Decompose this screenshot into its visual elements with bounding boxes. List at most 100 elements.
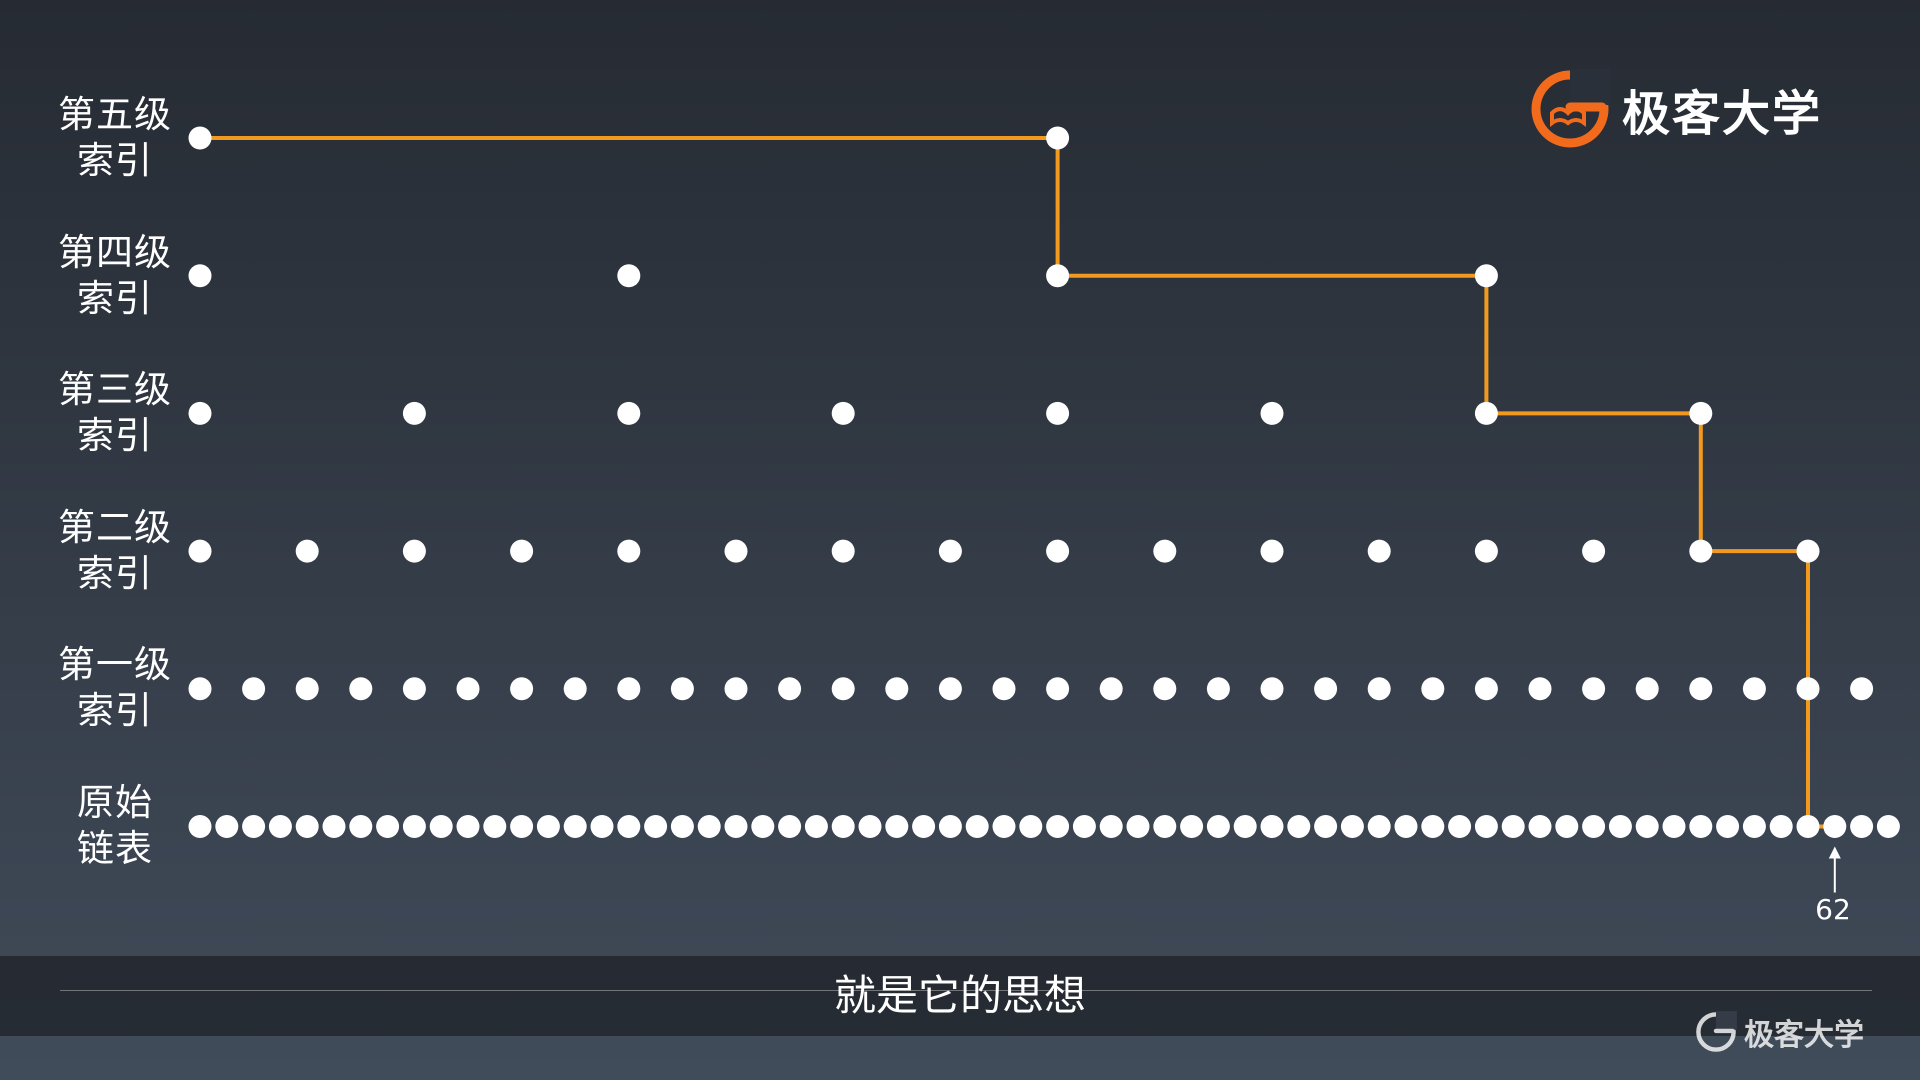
raw-list-node [456,815,480,838]
level-label-4: 第四级 索引 [58,231,172,320]
raw-list-node [644,815,668,838]
index-node-l1 [1314,677,1338,701]
index-node-l2 [295,539,319,563]
index-node-l4 [1474,264,1498,288]
raw-list-node [1448,815,1472,838]
level-label-3: 第三级 索引 [58,368,172,457]
index-node-l2 [1046,539,1070,563]
raw-list-node [1474,815,1498,838]
target-pointer-arrowhead [1828,846,1841,859]
index-node-l2 [1474,539,1498,563]
raw-list-node [563,815,587,838]
index-node-l2 [831,539,855,563]
raw-list-node [1555,815,1579,838]
raw-list-node [1796,815,1820,838]
index-node-l3 [831,401,855,425]
index-node-l2 [1582,539,1606,563]
index-node-l2 [402,539,426,563]
index-node-l1 [1206,677,1230,701]
index-node-l1 [242,677,266,701]
index-node-l1 [724,677,748,701]
index-node-l5 [188,126,212,150]
index-node-l1 [510,677,534,701]
index-node-l1 [295,677,319,701]
watermark-icon [1696,1011,1737,1052]
index-node-l1 [402,677,426,701]
index-node-l3 [1474,401,1498,425]
raw-list-node [268,815,292,838]
raw-list-node [617,815,641,838]
index-node-l3 [1046,401,1070,425]
index-node-l1 [1528,677,1552,701]
index-node-l1 [1850,677,1874,701]
index-node-l2 [1153,539,1177,563]
brand-name: 极客大学 [1622,86,1823,142]
raw-list-node [1528,815,1552,838]
index-node-l3 [617,401,641,425]
subtitle: 就是它的思想 [0,968,1920,1024]
raw-list-node [1340,815,1364,838]
raw-list-node [1314,815,1338,838]
index-node-l4 [617,264,641,288]
raw-list-node [1876,815,1900,838]
raw-list-node [992,815,1016,838]
index-node-l1 [563,677,587,701]
raw-list-node [1608,815,1632,838]
raw-list-node [1287,815,1311,838]
level-label-2: 第二级 索引 [58,506,172,595]
raw-list-node [670,815,694,838]
index-node-l3 [1260,401,1284,425]
raw-list-node [751,815,775,838]
index-node-l3 [188,401,212,425]
raw-list-node [242,815,266,838]
index-node-l1 [1046,677,1070,701]
index-node-l4 [188,264,212,288]
index-node-l3 [1689,401,1713,425]
brand-logo: 极客大学 [1530,66,1822,152]
raw-list-node [1126,815,1150,838]
watermark-logo: 极客大学 [1694,1008,1864,1056]
subtitle-text: 就是它的思想 [833,971,1086,1020]
raw-list-node [295,815,319,838]
index-node-l2 [1367,539,1391,563]
raw-list-node [1421,815,1445,838]
raw-list-node [804,815,828,838]
watermark-name: 极客大学 [1744,1018,1864,1053]
index-node-l2 [724,539,748,563]
index-node-l1 [831,677,855,701]
raw-list-node [322,815,346,838]
raw-list-node [1716,815,1740,838]
raw-list-node [1501,815,1525,838]
index-node-l2 [188,539,212,563]
index-node-l1 [456,677,480,701]
raw-list-node [1046,815,1070,838]
index-node-l1 [1635,677,1659,701]
index-node-l1 [1421,677,1445,701]
raw-list-node [1582,815,1606,838]
raw-list-node [1367,815,1391,838]
level-label-1: 第一级 索引 [58,643,172,732]
index-node-l1 [1099,677,1123,701]
index-node-l4 [1046,264,1070,288]
raw-list-node [349,815,373,838]
index-node-l1 [188,677,212,701]
raw-list-node [724,815,748,838]
raw-list-node [1823,815,1847,838]
raw-list-node [1742,815,1766,838]
index-node-l1 [938,677,962,701]
raw-list-node [1233,815,1257,838]
index-node-l5 [1046,126,1070,150]
index-node-l1 [992,677,1016,701]
level-label-raw: 原始 链表 [77,781,153,870]
geekbang-logo-icon [1531,69,1610,148]
raw-list-node [188,815,212,838]
index-node-l1 [1474,677,1498,701]
index-node-l1 [1742,677,1766,701]
raw-list-node [402,815,426,838]
raw-list-node [858,815,882,838]
raw-list-node [1072,815,1096,838]
raw-list-node [697,815,721,838]
raw-list-node [1099,815,1123,838]
raw-list-node [536,815,560,838]
index-node-l1 [1260,677,1284,701]
